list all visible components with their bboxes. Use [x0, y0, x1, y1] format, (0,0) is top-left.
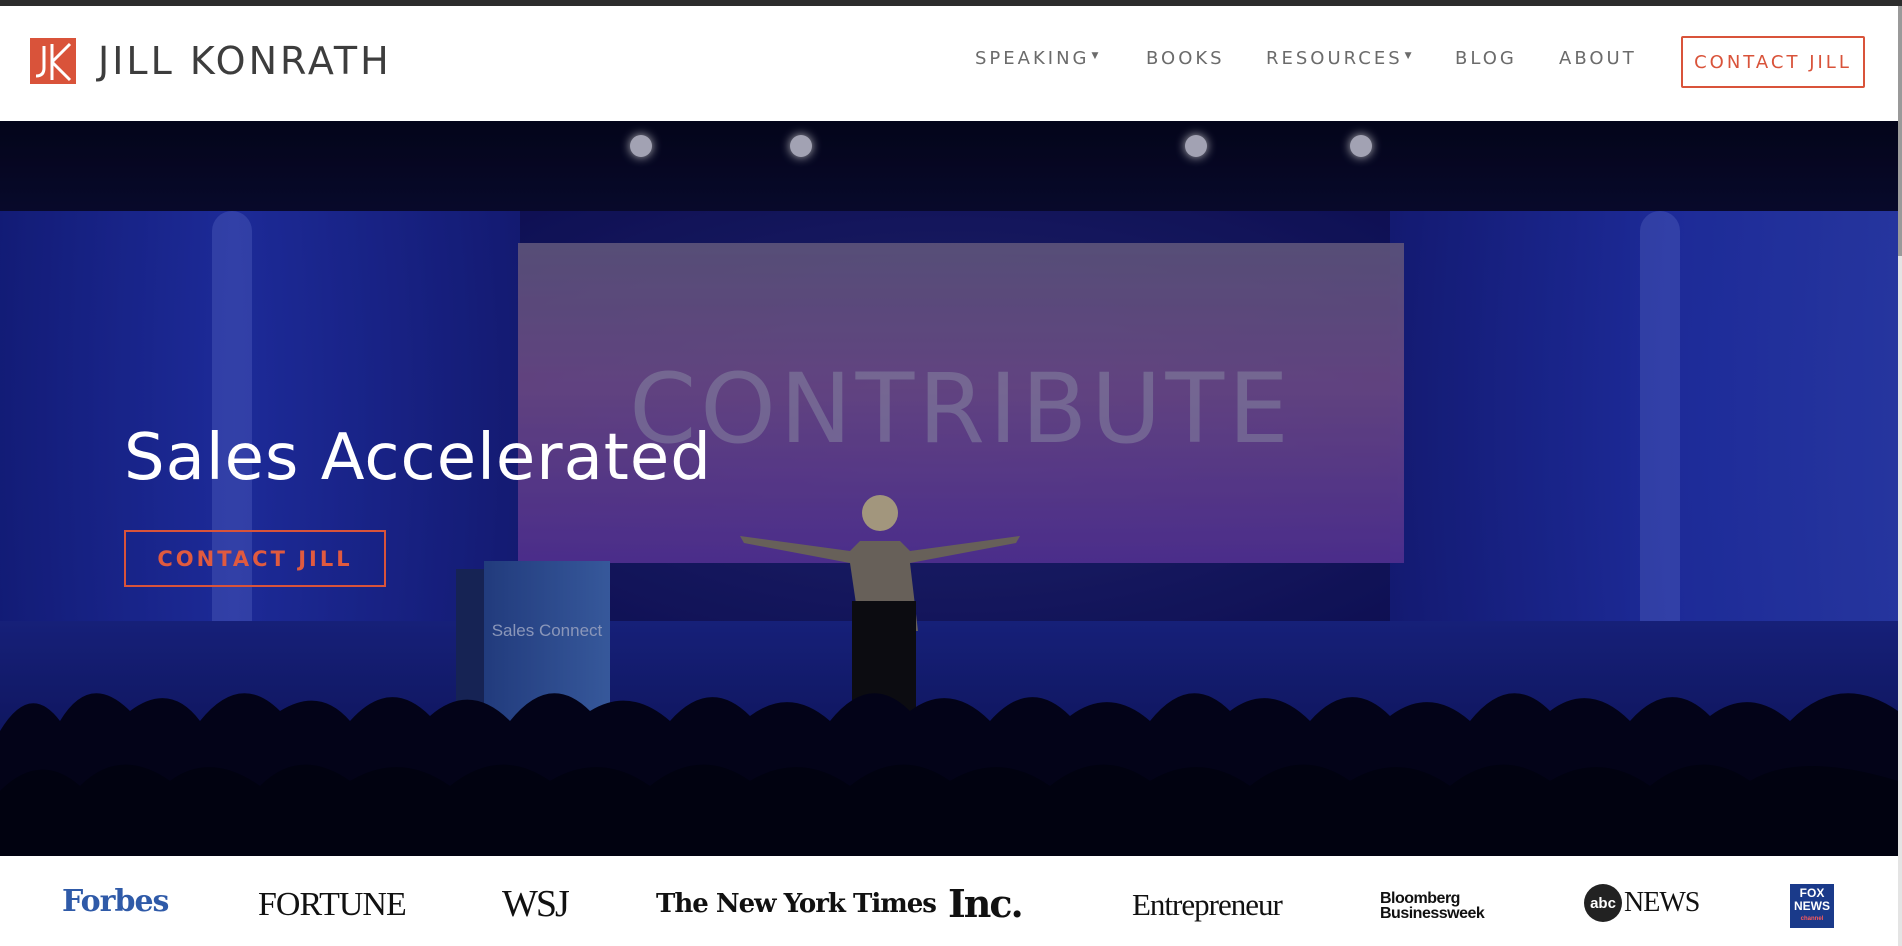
- fox-line3: channel: [1800, 915, 1824, 922]
- brand-name: JILL KONRATH: [98, 39, 392, 83]
- nav-item-books[interactable]: BOOKS: [1146, 48, 1225, 69]
- nav-item-label: BLOG: [1455, 48, 1517, 69]
- fox-line2: NEWS: [1794, 898, 1830, 913]
- wsj-logo: WSJ: [502, 883, 570, 925]
- nav-item-label: SPEAKING: [975, 48, 1090, 69]
- abc-news-word: NEWS: [1624, 887, 1700, 918]
- jk-monogram-icon: [30, 38, 76, 84]
- nav-item-about[interactable]: ABOUT: [1559, 48, 1637, 69]
- abc-circle-icon: abc: [1584, 884, 1622, 922]
- abc-news-logo: abc NEWS: [1584, 884, 1700, 922]
- nav-item-blog[interactable]: BLOG: [1455, 48, 1517, 69]
- caret-down-icon: ▼: [1404, 51, 1415, 61]
- press-logos-strip: Forbes FORTUNE WSJ The New York Times In…: [0, 856, 1898, 946]
- scrollbar-thumb[interactable]: [1898, 6, 1902, 256]
- fox-news-logo: FOX NEWS channel: [1790, 884, 1834, 928]
- nav-item-resources[interactable]: RESOURCES ▼: [1266, 48, 1415, 69]
- bloomberg-businessweek-logo: Bloomberg Businessweek: [1380, 891, 1485, 922]
- nav-item-label: BOOKS: [1146, 48, 1225, 69]
- hero-title: Sales Accelerated: [124, 421, 712, 495]
- caret-down-icon: ▼: [1091, 51, 1102, 61]
- bloomberg-line2: Businessweek: [1380, 905, 1485, 922]
- fortune-logo: FORTUNE: [258, 886, 407, 923]
- page-scrollbar[interactable]: [1898, 6, 1902, 946]
- hero-banner: CONTRIBUTE Sales Connect Sales Accelerat…: [0, 121, 1898, 856]
- inc-logo: Inc.: [948, 881, 1024, 926]
- forbes-logo: Forbes: [62, 884, 169, 919]
- contact-jill-button[interactable]: CONTACT JILL: [1681, 36, 1865, 88]
- site-header: JILL KONRATH SPEAKING ▼ BOOKS RESOURCES ▼ …: [0, 6, 1898, 121]
- hero-contact-jill-button[interactable]: CONTACT JILL: [124, 530, 386, 587]
- nyt-logo: The New York Times: [656, 889, 937, 919]
- nav-item-label: RESOURCES: [1266, 48, 1403, 69]
- nav-item-label: ABOUT: [1559, 48, 1637, 69]
- fox-line1: FOX: [1799, 885, 1825, 900]
- brand-logo[interactable]: JILL KONRATH: [30, 38, 392, 84]
- nav-item-speaking[interactable]: SPEAKING ▼: [975, 48, 1101, 69]
- entrepreneur-logo: Entrepreneur: [1132, 887, 1283, 922]
